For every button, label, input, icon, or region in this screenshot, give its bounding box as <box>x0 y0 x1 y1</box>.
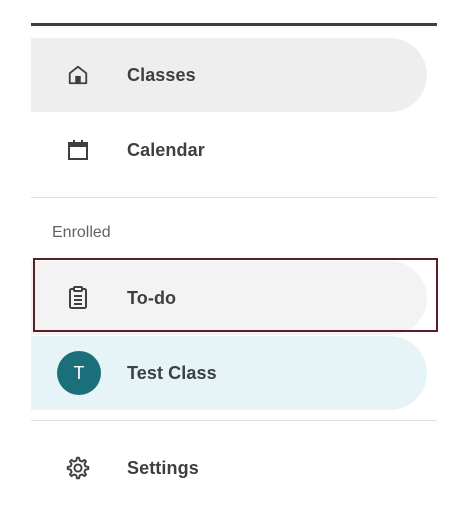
class-avatar: T <box>57 351 101 395</box>
nav-item-calendar-label: Calendar <box>127 139 205 160</box>
home-icon <box>65 62 91 88</box>
nav-item-todo[interactable]: To-do <box>31 261 427 335</box>
nav-item-classes[interactable]: Classes <box>31 38 427 112</box>
nav-item-calendar[interactable]: Calendar <box>31 113 427 187</box>
section-divider <box>31 197 437 198</box>
gear-icon <box>65 455 91 481</box>
nav-item-classes-label: Classes <box>127 64 196 85</box>
section-divider <box>31 420 437 421</box>
nav-item-test-class-label: Test Class <box>127 362 217 383</box>
nav-item-settings-label: Settings <box>127 457 199 478</box>
nav-item-test-class[interactable]: T Test Class <box>31 336 427 410</box>
enrolled-heading: Enrolled <box>52 224 111 241</box>
clipboard-icon <box>65 285 91 311</box>
nav-item-todo-label: To-do <box>127 287 177 308</box>
nav-item-settings[interactable]: Settings <box>31 431 427 505</box>
calendar-icon <box>65 137 91 163</box>
top-divider <box>31 23 437 26</box>
